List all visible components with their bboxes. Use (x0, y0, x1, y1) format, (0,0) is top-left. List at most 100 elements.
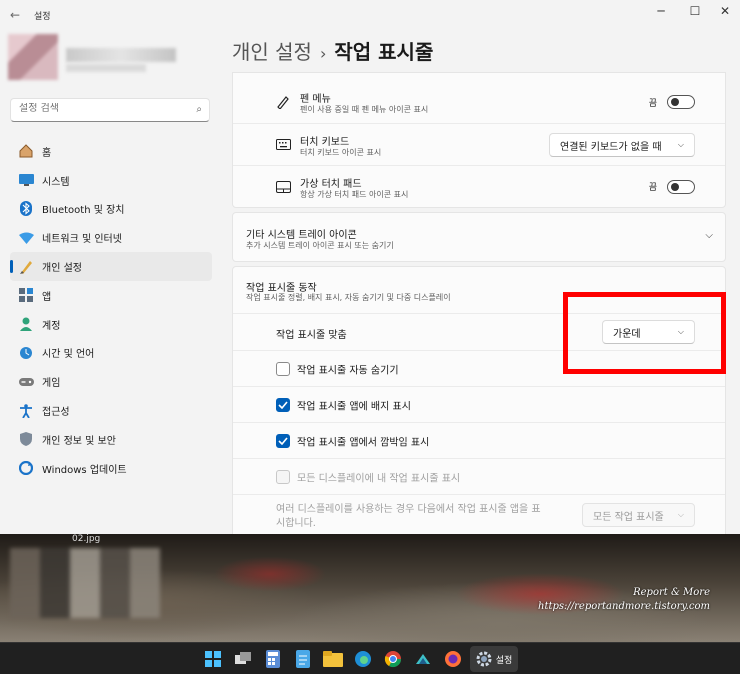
sidebar-nav: 홈 시스템 Bluetooth 및 장치 네트워크 및 인터넷 개인 설정 앱 … (10, 137, 212, 483)
pen-menu-toggle[interactable] (667, 95, 695, 109)
watermark: Report & More https://reportandmore.tist… (538, 586, 710, 614)
sidebar-item-label: 계정 (42, 320, 61, 332)
touch-keyboard-row: 터치 키보드 터치 키보드 아이콘 표시 연결된 키보드가 없을 때 ⌵ (233, 123, 725, 165)
pen-menu-row[interactable]: 펜 메뉴 펜이 사용 중일 때 펜 메뉴 아이콘 표시 끔 (233, 81, 725, 123)
sidebar-item-label: 시스템 (42, 176, 70, 188)
user-profile[interactable] (4, 32, 176, 86)
pen-icon (275, 94, 291, 110)
sidebar-item-network[interactable]: 네트워크 및 인터넷 (10, 223, 212, 252)
sidebar-item-gaming[interactable]: 게임 (10, 367, 212, 396)
system-icon (18, 172, 34, 188)
badges-label: 작업 표시줄 앱에 배지 표시 (297, 401, 411, 412)
calculator-icon[interactable] (260, 646, 286, 672)
sidebar-item-label: 개인 정보 및 보안 (42, 435, 116, 447)
chevron-down-icon[interactable]: ⌵ (705, 230, 713, 241)
notepad-icon[interactable] (290, 646, 316, 672)
settings-window: ← 설정 ─ ☐ ✕ ⌕ 홈 시스템 Bluetooth 및 장치 네트워크 및… (0, 0, 740, 534)
breadcrumb: 개인 설정 › 작업 표시줄 (232, 36, 433, 65)
search-icon[interactable]: ⌕ (196, 104, 202, 115)
taskbar: 설정 (0, 642, 740, 674)
settings-taskbar-label: 설정 (495, 655, 513, 666)
virtual-touchpad-row[interactable]: 가상 터치 패드 항상 가상 터치 패드 아이콘 표시 끔 (233, 165, 725, 207)
flashing-checkbox[interactable] (276, 433, 290, 448)
multi-display-text: 여러 디스플레이를 사용하는 경우 다음에서 작업 표시줄 앱을 표시합니다. (276, 504, 541, 529)
sidebar-item-apps[interactable]: 앱 (10, 281, 212, 310)
sidebar-item-label: 네트워크 및 인터넷 (42, 234, 122, 246)
flashing-row[interactable]: 작업 표시줄 앱에서 깜박임 표시 (233, 422, 725, 458)
settings-taskbar-button[interactable]: 설정 (470, 646, 518, 672)
network-icon (18, 230, 34, 246)
account-icon (18, 316, 34, 332)
badges-checkbox[interactable] (276, 397, 290, 412)
sidebar-item-privacy[interactable]: 개인 정보 및 보안 (10, 425, 212, 454)
settings-icon (476, 651, 492, 667)
avatar (8, 34, 58, 80)
tray-icons-card: 펜 메뉴 펜이 사용 중일 때 펜 메뉴 아이콘 표시 끔 터치 키보드 터치 … (232, 72, 726, 208)
badges-row[interactable]: 작업 표시줄 앱에 배지 표시 (233, 386, 725, 422)
privacy-icon (18, 431, 34, 447)
sidebar-item-accessibility[interactable]: 접근성 (10, 396, 212, 425)
search-box[interactable]: ⌕ (10, 98, 210, 122)
file-explorer-icon[interactable] (320, 646, 346, 672)
page-title: 작업 표시줄 (334, 40, 434, 64)
chevron-down-icon: ⌵ (677, 510, 684, 519)
other-tray-icons-title: 기타 시스템 트레이 아이콘 (246, 230, 357, 241)
task-view-icon[interactable] (230, 646, 256, 672)
multi-display-value: 모든 작업 표시줄 (593, 511, 664, 523)
home-icon (18, 143, 34, 159)
search-input[interactable] (19, 103, 179, 114)
back-button[interactable]: ← (10, 8, 20, 22)
pen-menu-subtitle: 펜이 사용 중일 때 펜 메뉴 아이콘 표시 (300, 105, 429, 114)
alignment-label: 작업 표시줄 맞춤 (276, 330, 347, 341)
sidebar-item-label: 개인 설정 (42, 263, 82, 275)
virtual-touchpad-toggle[interactable] (667, 179, 695, 194)
sidebar-item-label: 접근성 (42, 407, 70, 419)
other-tray-icons-card[interactable]: 기타 시스템 트레이 아이콘 추가 시스템 트레이 아이콘 표시 또는 숨기기 … (232, 212, 726, 262)
title-bar: ← 설정 ─ ☐ ✕ (0, 0, 740, 30)
sidebar-item-windows-update[interactable]: Windows 업데이트 (10, 454, 212, 483)
minimize-button[interactable]: ─ (650, 4, 672, 18)
close-button[interactable]: ✕ (714, 4, 736, 18)
watermark-line2: https://reportandmore.tistory.com (538, 601, 710, 612)
keyboard-icon (275, 137, 291, 153)
virtual-touchpad-title: 가상 터치 패드 (300, 179, 362, 190)
update-icon (18, 460, 34, 476)
all-displays-label: 모든 디스플레이에 내 작업 표시줄 표시 (297, 473, 461, 484)
app-title: 설정 (34, 12, 51, 22)
all-displays-checkbox (276, 469, 290, 484)
touch-keyboard-subtitle: 터치 키보드 아이콘 표시 (300, 148, 382, 157)
virtual-touchpad-subtitle: 항상 가상 터치 패드 아이콘 표시 (300, 190, 409, 199)
pixelated-desktop-icons (10, 548, 160, 618)
xbox-icon[interactable] (410, 646, 436, 672)
touch-keyboard-dropdown[interactable]: 연결된 키보드가 없을 때 ⌵ (549, 133, 695, 157)
edge-icon[interactable] (350, 646, 376, 672)
sidebar-item-label: Bluetooth 및 장치 (42, 205, 125, 217)
sidebar-item-home[interactable]: 홈 (10, 137, 212, 166)
auto-hide-label: 작업 표시줄 자동 숨기기 (297, 365, 399, 376)
red-highlight-box (563, 292, 726, 374)
sidebar-item-time-language[interactable]: 시간 및 언어 (10, 339, 212, 368)
sidebar-item-accounts[interactable]: 계정 (10, 310, 212, 339)
windows-start-icon[interactable] (200, 646, 226, 672)
time-language-icon (18, 345, 34, 361)
multi-display-row: 여러 디스플레이를 사용하는 경우 다음에서 작업 표시줄 앱을 표시합니다. … (233, 494, 725, 534)
bluetooth-icon (18, 201, 34, 217)
sidebar-item-label: 게임 (42, 378, 61, 390)
sidebar-item-personalization[interactable]: 개인 설정 (10, 252, 212, 281)
firefox-icon[interactable] (440, 646, 466, 672)
user-name-blurred (66, 48, 176, 62)
touchpad-icon (275, 179, 291, 195)
auto-hide-checkbox[interactable] (276, 361, 290, 376)
breadcrumb-parent[interactable]: 개인 설정 (232, 40, 312, 64)
sidebar-item-bluetooth[interactable]: Bluetooth 및 장치 (10, 195, 212, 224)
chrome-icon[interactable] (380, 646, 406, 672)
accessibility-icon (18, 403, 34, 419)
watermark-line1: Report & More (633, 587, 710, 598)
sidebar-item-label: 앱 (42, 291, 52, 303)
behaviors-subtitle: 작업 표시줄 정렬, 배지 표시, 자동 숨기기 및 다중 디스플레이 (246, 293, 451, 302)
maximize-button[interactable]: ☐ (684, 4, 706, 18)
breadcrumb-separator: › (319, 44, 327, 63)
sidebar-item-label: Windows 업데이트 (42, 464, 127, 476)
sidebar-item-system[interactable]: 시스템 (10, 166, 212, 195)
sidebar-item-label: 홈 (42, 147, 52, 159)
